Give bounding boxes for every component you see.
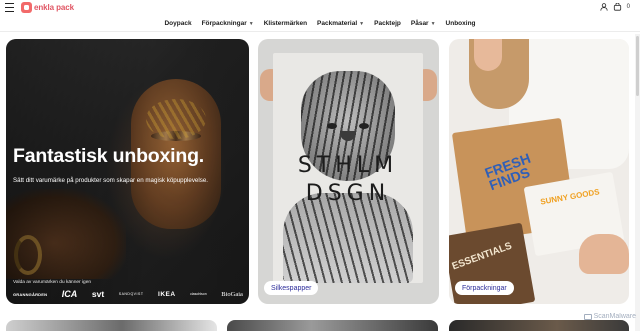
poster-text-line2: DSGN	[305, 181, 391, 206]
scrollbar-thumb[interactable]	[636, 36, 639, 96]
forpackningar-button[interactable]: Förpackningar	[455, 281, 514, 295]
brand-logo-clasohlson: clasohlson	[190, 292, 207, 296]
chevron-down-icon: ▼	[359, 20, 365, 27]
nav-item-packtejp[interactable]: Packtejp	[374, 20, 401, 27]
cart-count-badge: 0	[626, 4, 630, 10]
logo-text: enkla pack	[34, 3, 74, 12]
poster-text-line1: STHLM	[297, 153, 399, 178]
photo-hand	[579, 234, 629, 274]
nav-label: Unboxing	[445, 20, 476, 27]
header-actions: 0	[600, 3, 630, 11]
account-icon[interactable]	[600, 3, 608, 11]
top-bar: enkla pack 0	[0, 0, 640, 17]
nav-item-doypack[interactable]: Doypack	[164, 20, 191, 27]
brand-logo-biogaia: BioGaia	[221, 290, 243, 298]
chevron-down-icon: ▼	[430, 20, 436, 27]
nav-label: Packmaterial	[317, 20, 358, 27]
tiger-poster-image: STHLM DSGN	[273, 53, 423, 283]
next-row-tile-1[interactable]	[6, 320, 217, 331]
category-tile-forpackningar[interactable]: FRESH FINDS SUNNY GOODS ESSENTIALS Förpa…	[449, 39, 629, 304]
next-row-tile-3[interactable]	[449, 320, 629, 331]
box-print-essentials: ESSENTIALS	[450, 240, 514, 273]
chevron-down-icon: ▼	[248, 20, 254, 27]
tiger-eye	[327, 123, 337, 129]
nav-item-pasar[interactable]: Påsar ▼	[411, 20, 436, 27]
nav-label: Förpackningar	[201, 20, 247, 27]
hero-subtitle: Sätt ditt varumärke på produkter som ska…	[13, 177, 209, 184]
nav-item-forpackningar[interactable]: Förpackningar ▼	[202, 20, 254, 27]
nav-item-unboxing[interactable]: Unboxing	[446, 20, 476, 27]
watermark-icon	[583, 313, 592, 320]
header-divider	[0, 31, 640, 32]
watermark: ScanMalware	[583, 313, 636, 320]
nav-label: Doypack	[164, 20, 192, 27]
hero-title: Fantastisk unboxing.	[13, 145, 205, 167]
tiger-eye	[359, 123, 369, 129]
cart-icon[interactable]	[613, 3, 622, 11]
brand-logo-svt: svt	[91, 289, 105, 299]
nav-label: Påsar	[410, 20, 429, 27]
brand-logo-ikea: IKEA	[158, 290, 176, 298]
nav-label: Packtejp	[374, 20, 401, 27]
tiger-body-illustration	[283, 193, 413, 283]
photo-person-face	[474, 39, 502, 71]
brand-logo-sandqvist: SANDQVIST	[118, 292, 144, 296]
next-row-tile-2[interactable]	[227, 320, 438, 331]
box-print-sunny-goods: SUNNY GOODS	[539, 187, 601, 207]
nav-item-klistermarken[interactable]: Klistermärken	[264, 20, 307, 27]
brand-logo-granngarden: GRANNGÅRDEN	[13, 291, 48, 297]
nav-label: Klistermärken	[263, 20, 308, 27]
hero-banner[interactable]: Fantastisk unboxing. Sätt ditt varumärke…	[6, 39, 249, 304]
brand-logo-ica: ICA	[61, 289, 78, 299]
site-logo[interactable]: enkla pack	[21, 2, 74, 13]
hamburger-menu-icon[interactable]	[5, 3, 15, 12]
silkespapper-button[interactable]: Silkespapper	[264, 281, 319, 295]
watermark-text: ScanMalware	[593, 313, 636, 320]
main-nav: Doypack Förpackningar ▼ Klistermärken Pac…	[0, 17, 640, 30]
hero-overlay	[6, 39, 249, 304]
nav-item-packmaterial[interactable]: Packmaterial ▼	[317, 20, 364, 27]
photo-person-hair	[469, 39, 529, 109]
logo-mark-icon	[21, 2, 32, 13]
site-header: enkla pack 0 Doypack Förpackningar ▼ Klis…	[0, 0, 640, 34]
brand-logo-row: GRANNGÅRDEN ICA svt SANDQVIST IKEA claso…	[13, 289, 243, 299]
trusted-by-label: Valda av varumärken du känner igen	[13, 280, 92, 285]
category-tile-silkespapper[interactable]: STHLM DSGN Silkespapper	[258, 39, 439, 304]
